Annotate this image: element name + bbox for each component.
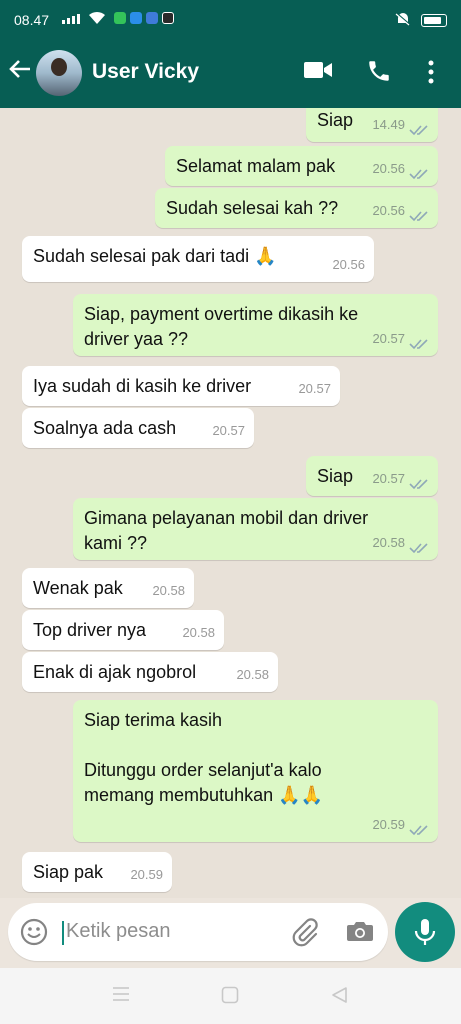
message-time: 20.57 xyxy=(298,381,331,396)
status-bar: 08.47 xyxy=(0,0,461,38)
message-incoming[interactable]: Top driver nya 20.58 xyxy=(22,610,224,650)
message-text: Siap terima kasih Ditunggu order selanju… xyxy=(84,710,323,805)
status-time: 08.47 xyxy=(14,12,50,28)
app-notification-icon xyxy=(162,12,174,24)
read-ticks-icon xyxy=(409,205,429,221)
signal-icon xyxy=(62,14,80,24)
message-text: Selamat malam pak xyxy=(176,156,336,176)
app-notification-icon xyxy=(146,12,158,24)
message-time: 20.57 xyxy=(212,423,245,438)
message-text: Sudah selesai pak dari tadi 🙏 xyxy=(33,246,277,266)
read-ticks-icon xyxy=(409,163,429,179)
message-outgoing[interactable]: Siap 14.49 xyxy=(306,108,438,142)
message-text: Siap xyxy=(317,110,354,130)
read-ticks-icon xyxy=(409,537,429,553)
message-time: 20.58 xyxy=(236,667,269,682)
mic-button[interactable] xyxy=(395,902,455,962)
emoji-icon[interactable] xyxy=(20,918,48,951)
contact-name[interactable]: User Vicky xyxy=(92,60,199,84)
message-incoming[interactable]: Soalnya ada cash 20.57 xyxy=(22,408,254,448)
app-notification-icon xyxy=(114,12,126,24)
message-text: Enak di ajak ngobrol xyxy=(33,662,197,682)
back-icon[interactable] xyxy=(330,986,348,1009)
message-text: Gimana pelayanan mobil dan driver kami ?… xyxy=(84,508,374,553)
message-time: 20.56 xyxy=(332,257,365,272)
message-text: Sudah selesai kah ?? xyxy=(166,198,339,218)
message-outgoing[interactable]: Siap terima kasih Ditunggu order selanju… xyxy=(73,700,438,842)
chat-header: User Vicky xyxy=(0,38,461,108)
read-ticks-icon xyxy=(409,333,429,349)
system-nav-bar xyxy=(0,968,461,1024)
message-text: Siap xyxy=(317,466,354,486)
read-ticks-icon xyxy=(409,473,429,489)
app-notification-icon xyxy=(130,12,142,24)
message-outgoing[interactable]: Siap 20.57 xyxy=(306,456,438,496)
message-time: 20.57 xyxy=(372,471,405,486)
message-time: 20.58 xyxy=(182,625,215,640)
message-outgoing[interactable]: Selamat malam pak 20.56 xyxy=(165,146,438,186)
message-incoming[interactable]: Wenak pak 20.58 xyxy=(22,568,194,608)
read-ticks-icon xyxy=(409,119,429,135)
message-outgoing[interactable]: Gimana pelayanan mobil dan driver kami ?… xyxy=(73,498,438,560)
home-icon[interactable] xyxy=(221,986,239,1009)
battery-icon xyxy=(421,14,447,27)
read-ticks-icon xyxy=(409,819,429,835)
message-incoming[interactable]: Iya sudah di kasih ke driver 20.57 xyxy=(22,366,340,406)
mic-icon xyxy=(414,919,436,945)
message-text: Soalnya ada cash xyxy=(33,418,177,438)
voice-call-icon[interactable] xyxy=(366,58,392,89)
camera-icon[interactable] xyxy=(346,919,374,948)
message-time: 20.59 xyxy=(130,867,163,882)
message-time: 20.56 xyxy=(372,161,405,176)
message-time: 20.58 xyxy=(372,535,405,550)
avatar[interactable] xyxy=(36,50,82,96)
back-arrow-icon[interactable] xyxy=(8,58,32,84)
video-call-icon[interactable] xyxy=(304,60,332,85)
notification-icons xyxy=(114,12,174,24)
wifi-icon xyxy=(88,11,106,28)
more-icon[interactable] xyxy=(428,60,434,89)
message-text: Siap, payment overtime dikasih ke driver… xyxy=(84,304,364,349)
message-outgoing[interactable]: Siap, payment overtime dikasih ke driver… xyxy=(73,294,438,356)
message-time: 14.49 xyxy=(372,117,405,132)
text-cursor xyxy=(62,921,64,945)
message-time: 20.58 xyxy=(152,583,185,598)
message-time: 20.59 xyxy=(372,817,405,832)
message-composer[interactable]: Ketik pesan xyxy=(8,903,388,961)
message-incoming[interactable]: Enak di ajak ngobrol 20.58 xyxy=(22,652,278,692)
chat-area[interactable]: Siap 14.49 Selamat malam pak 20.56 Sudah… xyxy=(0,108,461,898)
message-outgoing[interactable]: Sudah selesai kah ?? 20.56 xyxy=(155,188,438,228)
message-time: 20.56 xyxy=(372,203,405,218)
message-input[interactable]: Ketik pesan xyxy=(66,920,171,943)
message-incoming[interactable]: Siap pak 20.59 xyxy=(22,852,172,892)
menu-icon[interactable] xyxy=(112,986,130,1007)
mute-icon xyxy=(395,12,411,29)
message-text: Siap pak xyxy=(33,862,104,882)
message-text: Wenak pak xyxy=(33,578,123,598)
message-text: Top driver nya xyxy=(33,620,147,640)
attach-icon[interactable] xyxy=(290,917,320,952)
message-time: 20.57 xyxy=(372,331,405,346)
message-incoming[interactable]: Sudah selesai pak dari tadi 🙏 20.56 xyxy=(22,236,374,282)
message-text: Iya sudah di kasih ke driver xyxy=(33,376,252,396)
